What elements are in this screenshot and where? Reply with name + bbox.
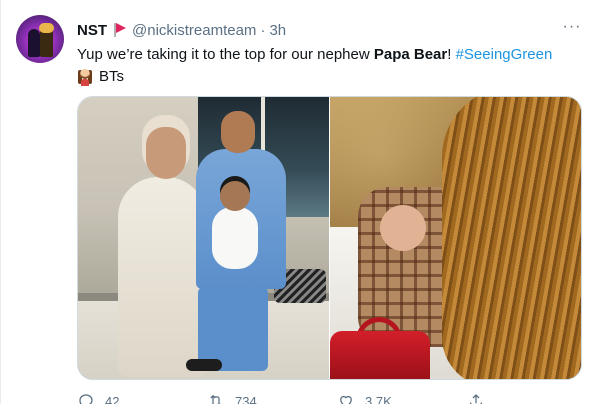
photo-red-bag	[330, 331, 430, 379]
avatar-figure-hair	[39, 23, 54, 33]
tweet-media-grid	[77, 96, 582, 380]
tweet-text-punctuation: !	[447, 46, 456, 63]
tweet-text-line-1: Yup we’re taking it to the top for our n…	[77, 44, 582, 66]
user-handle[interactable]: @nickistreamteam	[132, 22, 256, 39]
flag-cloth	[116, 23, 126, 33]
retweet-count: 734	[235, 393, 257, 404]
woman-emoji-icon	[77, 68, 93, 86]
retweet-button[interactable]: 734	[207, 392, 327, 404]
tweet-text-line-2: BTs	[77, 66, 582, 88]
tweet-text: Yup we’re taking it to the top for our n…	[77, 44, 582, 88]
tweet-timestamp[interactable]: 3h	[269, 22, 286, 39]
photo-man-head	[221, 111, 255, 153]
reply-count: 42	[105, 393, 120, 404]
share-button[interactable]	[467, 392, 507, 404]
photo-shoe	[186, 359, 222, 371]
avatar-figure	[28, 29, 40, 57]
emoji-head	[80, 69, 90, 79]
like-button[interactable]: 3.7K	[337, 392, 457, 404]
tweet-text-prefix: Yup we’re taking it to the top for our n…	[77, 46, 374, 63]
display-name[interactable]: NST	[77, 22, 107, 39]
photo-baby-face	[380, 205, 426, 251]
media-photo-baby[interactable]	[330, 97, 581, 379]
red-flag-icon	[113, 23, 127, 37]
photo-woman-dress	[118, 177, 206, 377]
separator-dot: ·	[260, 21, 266, 39]
like-count: 3.7K	[365, 393, 392, 404]
photo-baby	[212, 207, 258, 269]
photo-fur-coat	[442, 97, 581, 379]
more-options-button[interactable]: ···	[562, 19, 582, 40]
reply-button[interactable]: 42	[77, 392, 197, 404]
emoji-body	[81, 79, 89, 86]
profile-avatar[interactable]	[16, 15, 64, 63]
share-icon	[470, 394, 482, 404]
tweet-action-bar: 42 734 3.7K	[77, 392, 507, 404]
tweet-header: NST @nickistreamteam · 3h	[77, 20, 286, 40]
tweet-text-bts: BTs	[99, 68, 125, 85]
reply-icon	[79, 394, 93, 404]
photo-woman-head	[146, 127, 186, 179]
hashtag-link[interactable]: #SeeingGreen	[456, 46, 553, 63]
tweet-text-bold: Papa Bear	[373, 46, 448, 63]
media-photo-family[interactable]	[78, 97, 329, 379]
like-icon	[340, 395, 352, 404]
photo-baby-head	[220, 181, 250, 211]
tweet-card[interactable]: NST @nickistreamteam · 3h ··· Yup we’re …	[0, 0, 595, 404]
retweet-icon	[210, 394, 222, 404]
